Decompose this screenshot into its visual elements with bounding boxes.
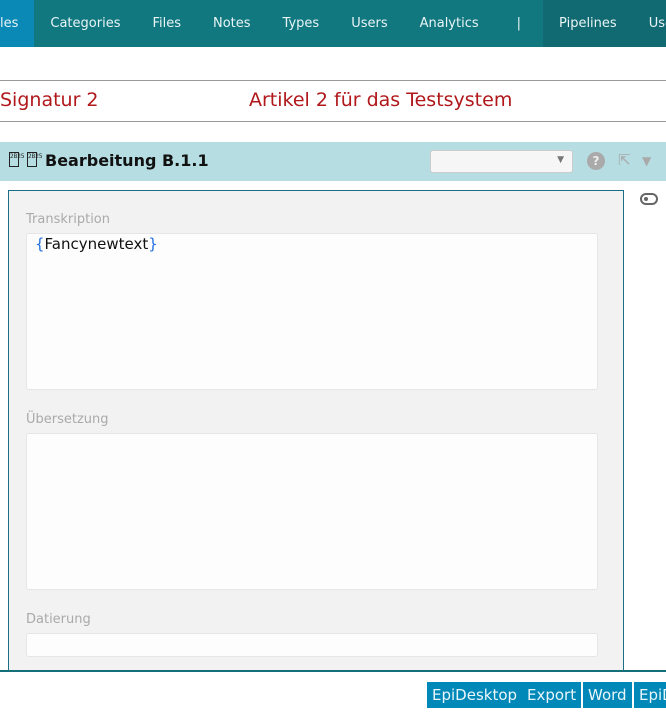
- section-header: 2B25 2B25 Bearbeitung B.1.1 ▼ ? ⇱ ▼: [0, 142, 666, 181]
- missing-glyph-icon: 2B25: [9, 152, 24, 167]
- section-content: Transkription {Fancynewtext} Übersetzung…: [8, 190, 624, 680]
- top-nav: les Categories Files Notes Types Users A…: [0, 0, 666, 47]
- nav-item-pipelines[interactable]: Pipelines: [543, 0, 633, 47]
- divider: [0, 80, 666, 81]
- epi-button[interactable]: EpiD: [634, 682, 666, 708]
- nav-item-active[interactable]: les: [0, 0, 35, 47]
- field-label-transkription: Transkription: [26, 212, 110, 227]
- nav-item-users[interactable]: Users: [335, 0, 403, 47]
- nav-admin-group: Pipelines User: [543, 0, 666, 47]
- chevron-down-icon[interactable]: ▼: [642, 154, 651, 168]
- uebersetzung-editor[interactable]: [26, 433, 598, 590]
- section-type-select[interactable]: ▼: [430, 150, 573, 173]
- transkription-editor[interactable]: {Fancynewtext}: [26, 233, 598, 390]
- epidesktop-button[interactable]: EpiDesktop: [427, 682, 523, 708]
- datierung-value: [27, 634, 597, 636]
- nav-separator: |: [516, 16, 522, 31]
- field-label-uebersetzung: Übersetzung: [26, 412, 109, 427]
- external-link-icon[interactable]: ⇱: [618, 151, 631, 169]
- bracket-close: }: [148, 235, 158, 253]
- divider: [0, 121, 666, 122]
- section-title: Bearbeitung B.1.1: [45, 151, 209, 170]
- transkription-value: Fancynewtext: [44, 235, 149, 253]
- nav-item-analytics[interactable]: Analytics: [404, 0, 495, 47]
- record-signature: Signatur 2: [0, 89, 99, 111]
- export-button[interactable]: Export: [522, 682, 582, 708]
- toggle-icon[interactable]: [640, 193, 658, 205]
- bracket-open: {: [35, 235, 45, 253]
- nav-item-user[interactable]: User: [633, 0, 666, 47]
- select-arrow-icon: ▼: [557, 155, 564, 165]
- datierung-input[interactable]: [26, 633, 598, 657]
- nav-item-files[interactable]: Files: [136, 0, 197, 47]
- nav-item-categories[interactable]: Categories: [34, 0, 136, 47]
- footer-toolbar: EpiDesktop Export Word EpiD: [0, 670, 666, 715]
- missing-glyph-icon: 2B25: [27, 152, 42, 167]
- field-label-datierung: Datierung: [26, 612, 91, 627]
- nav-item-types[interactable]: Types: [267, 0, 336, 47]
- record-title: Artikel 2 für das Testsystem: [249, 89, 513, 111]
- nav-item-notes[interactable]: Notes: [197, 0, 267, 47]
- word-button[interactable]: Word: [583, 682, 632, 708]
- uebersetzung-value: [27, 434, 597, 436]
- help-icon[interactable]: ?: [587, 152, 605, 170]
